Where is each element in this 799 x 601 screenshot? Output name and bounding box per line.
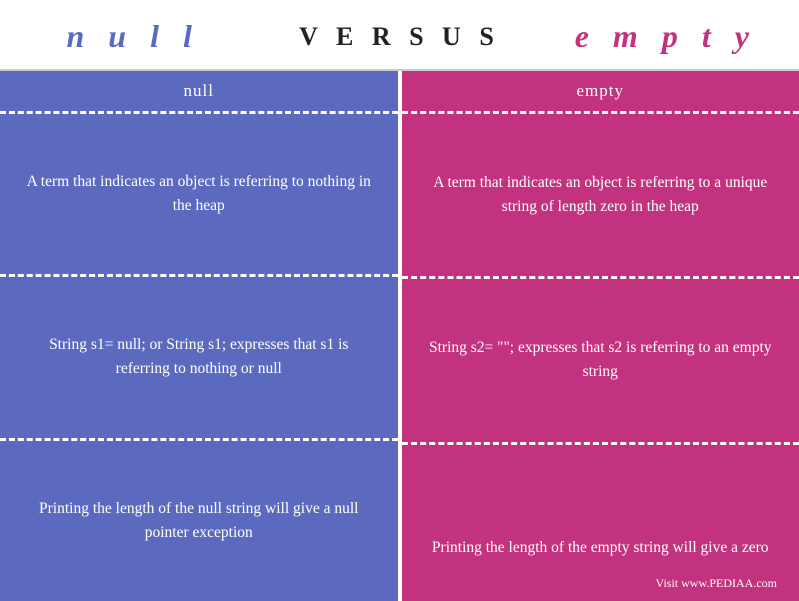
comparison-table: null A term that indicates an object is … — [0, 69, 799, 601]
null-title: n u l l — [66, 18, 199, 54]
null-cell-3: Printing the length of the null string w… — [0, 441, 398, 601]
empty-cell-2: String s2= ""; expresses that s2 is refe… — [402, 279, 799, 444]
null-cell-1: A term that indicates an object is refer… — [0, 114, 398, 277]
empty-cell-3: Printing the length of the empty string … — [402, 445, 799, 601]
empty-column-header: empty — [402, 71, 799, 114]
empty-title: e m p t y — [575, 18, 757, 54]
null-cell-2: String s1= null; or String s1; expresses… — [0, 277, 398, 440]
null-column: null A term that indicates an object is … — [0, 71, 402, 601]
main-container: n u l l V E R S U S e m p t y null A ter… — [0, 0, 799, 601]
empty-column: empty A term that indicates an object is… — [402, 71, 799, 601]
empty-title-area: e m p t y — [533, 18, 799, 55]
null-column-header: null — [0, 71, 398, 114]
footer-watermark: Visit www.PEDIAA.com — [424, 574, 778, 593]
empty-cell-1: A term that indicates an object is refer… — [402, 114, 799, 279]
versus-title: V E R S U S — [299, 22, 500, 51]
null-title-area: n u l l — [0, 18, 266, 55]
versus-title-area: V E R S U S — [266, 22, 532, 52]
header: n u l l V E R S U S e m p t y — [0, 0, 799, 69]
